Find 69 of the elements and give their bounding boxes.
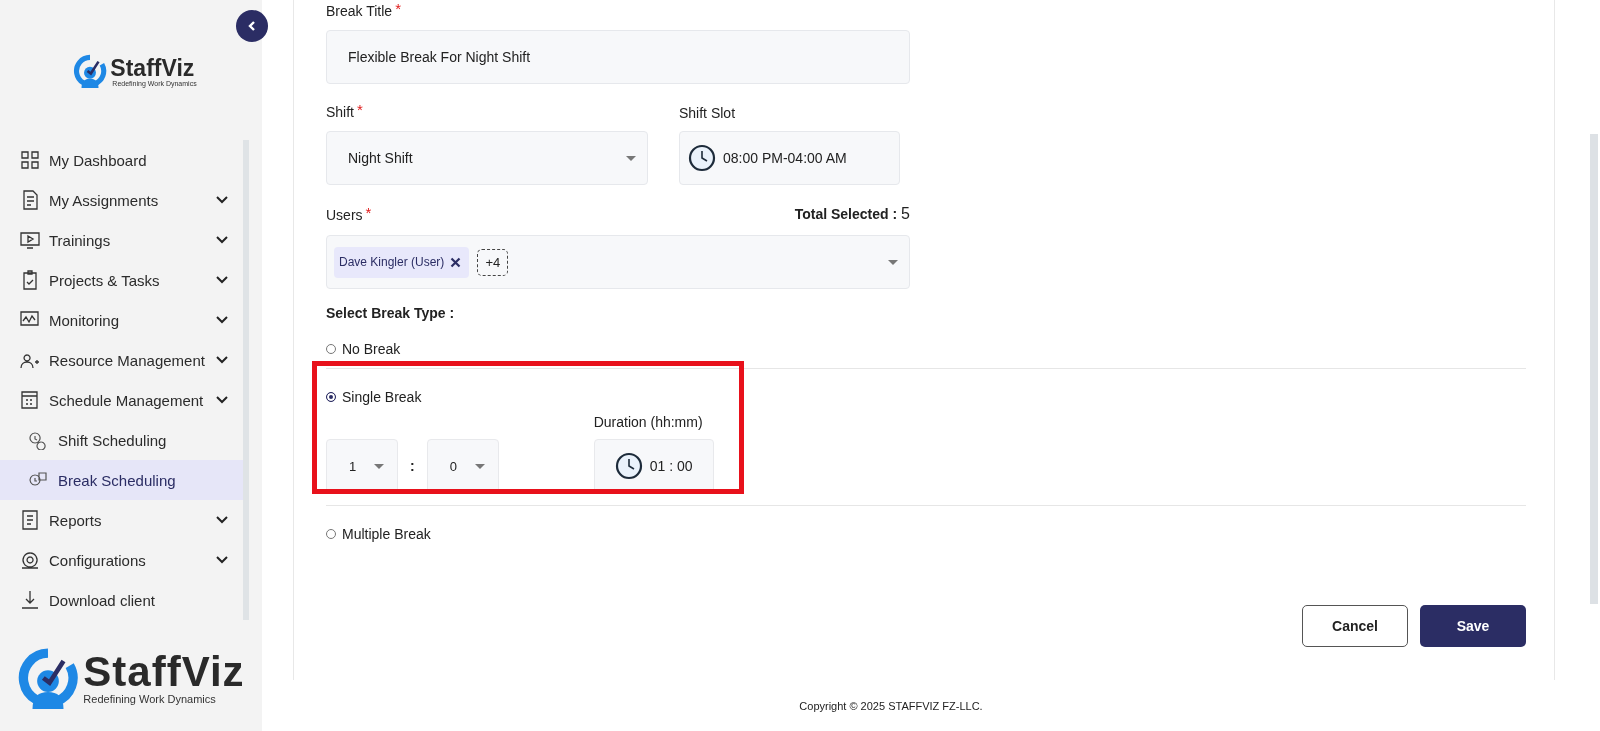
menu-icon — [19, 509, 41, 531]
nav-subitem[interactable]: Break Scheduling — [0, 460, 243, 500]
total-selected-count: 5 — [901, 205, 910, 223]
chevron-left-icon — [246, 20, 258, 32]
caret-icon — [625, 154, 637, 162]
time-separator: : — [410, 458, 415, 474]
menu-icon — [19, 589, 41, 611]
logo-name: StaffViz — [110, 55, 196, 80]
collapse-button[interactable] — [236, 10, 268, 42]
shift-dropdown[interactable]: Night Shift — [326, 131, 648, 185]
field-label: Users — [326, 207, 363, 223]
caret-icon — [887, 258, 899, 266]
input-field[interactable]: Flexible Break For Night Shift — [326, 30, 910, 84]
logo-icon — [17, 647, 80, 709]
nav-item[interactable]: Monitoring — [0, 300, 243, 340]
nav-item[interactable]: Download client — [0, 580, 243, 620]
chevron-down-icon — [215, 195, 229, 205]
nav-item[interactable]: Schedule Management — [0, 380, 243, 420]
nav-item[interactable]: Reports — [0, 500, 243, 540]
menu-icon — [27, 430, 49, 450]
chevron-down-icon — [215, 315, 229, 325]
radio-option[interactable]: Single Break — [326, 389, 422, 405]
radio-button[interactable] — [326, 392, 336, 402]
nav-item[interactable]: Trainings — [0, 220, 243, 260]
nav-item[interactable]: Projects & Tasks — [0, 260, 243, 300]
nav-item[interactable]: Resource Management — [0, 340, 243, 380]
chevron-down-icon — [215, 515, 229, 525]
scrollbar[interactable] — [1590, 134, 1598, 604]
nav-item[interactable]: My Dashboard — [0, 140, 243, 180]
radio-button[interactable] — [326, 344, 336, 354]
shift-slot-field: 08:00 PM-04:00 AM — [679, 131, 900, 185]
radio-button[interactable] — [326, 529, 336, 539]
logo-tagline: Redefining Work Dynamics — [83, 693, 217, 705]
more-users-badge[interactable]: +4 — [477, 248, 509, 276]
total-selected-label: Total Selected : — [794, 206, 898, 222]
field-label: Duration (hh:mm) — [593, 414, 704, 430]
users-multiselect[interactable]: Dave Kingler (User) +4 — [326, 235, 910, 289]
menu-icon — [19, 389, 41, 411]
section-label: Select Break Type : — [326, 305, 456, 321]
menu-icon — [19, 149, 41, 171]
chevron-down-icon — [215, 275, 229, 285]
chevron-down-icon — [215, 395, 229, 405]
radio-option[interactable]: Multiple Break — [326, 526, 431, 542]
nav-item[interactable]: My Assignments — [0, 180, 243, 220]
chevron-down-icon — [215, 555, 229, 565]
logo-name: StaffViz — [83, 651, 245, 693]
required-mark: * — [365, 207, 372, 219]
required-mark: * — [357, 104, 363, 116]
clock-icon — [614, 452, 643, 480]
field-label: Shift — [326, 104, 354, 120]
copyright-text: Copyright © 2025 STAFFVIZ FZ-LLC. — [798, 698, 984, 714]
required-mark: * — [395, 3, 401, 15]
nav-item[interactable]: Configurations — [0, 540, 243, 580]
radio-option[interactable]: No Break — [326, 341, 401, 357]
nav-subitem[interactable]: Shift Scheduling — [0, 420, 243, 460]
menu-icon — [19, 549, 41, 571]
save-button[interactable]: Save — [1420, 605, 1526, 647]
field-label: Break Title — [326, 3, 393, 19]
remove-icon[interactable] — [450, 256, 462, 268]
chevron-down-icon — [215, 355, 229, 365]
logo-icon — [73, 54, 108, 88]
menu-icon — [19, 229, 41, 251]
chevron-down-icon — [215, 235, 229, 245]
user-chip: Dave Kingler (User) — [334, 246, 470, 278]
cancel-button[interactable]: Cancel — [1302, 605, 1408, 647]
caret-icon — [473, 462, 486, 470]
caret-icon — [373, 462, 385, 470]
field-label: Shift Slot — [679, 105, 736, 121]
clock-icon — [688, 144, 716, 172]
